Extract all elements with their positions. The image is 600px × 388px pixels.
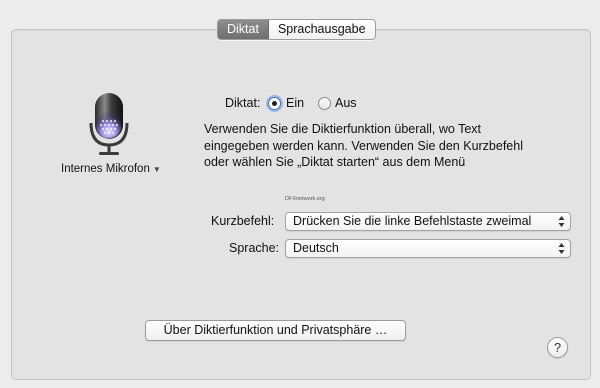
updown-arrows-icon <box>558 216 565 227</box>
help-button[interactable]: ? <box>547 337 568 358</box>
updown-arrows-icon <box>558 243 565 254</box>
shortcut-popup[interactable]: Drücken Sie die linke Befehlstaste zweim… <box>285 212 571 231</box>
watermark: DFXnetwork.org <box>285 196 325 202</box>
description-line: eingegeben werden kann. Verwenden Sie de… <box>204 138 523 153</box>
tab-speech[interactable]: Sprachausgabe <box>269 20 375 39</box>
microphone-icon <box>86 92 132 158</box>
description-line: Verwenden Sie die Diktierfunktion überal… <box>204 122 482 136</box>
microphone-selector[interactable]: Internes Mikrofon ▼ <box>61 163 161 175</box>
radio-off[interactable] <box>318 97 331 110</box>
shortcut-value: Drücken Sie die linke Befehlstaste zweim… <box>293 214 532 228</box>
radio-on-label[interactable]: Ein <box>286 96 304 110</box>
language-value: Deutsch <box>293 241 339 255</box>
privacy-button[interactable]: Über Diktierfunktion und Privatsphäre … <box>145 320 406 341</box>
language-label: Sprache: <box>229 241 280 255</box>
dictation-description: Verwenden Sie die Diktierfunktion überal… <box>204 121 534 171</box>
radio-on[interactable] <box>268 97 281 110</box>
microphone-label: Internes Mikrofon <box>61 163 150 175</box>
tab-bar: Diktat Sprachausgabe <box>217 19 376 40</box>
shortcut-label: Kurzbefehl: <box>211 214 275 228</box>
radio-off-label[interactable]: Aus <box>335 96 357 110</box>
tab-dictation[interactable]: Diktat <box>218 20 269 39</box>
dropdown-triangle-icon: ▼ <box>152 165 161 174</box>
language-popup[interactable]: Deutsch <box>285 239 571 258</box>
dictation-label: Diktat: <box>225 96 261 110</box>
description-line: oder wählen Sie „Diktat starten“ aus dem… <box>204 155 466 169</box>
